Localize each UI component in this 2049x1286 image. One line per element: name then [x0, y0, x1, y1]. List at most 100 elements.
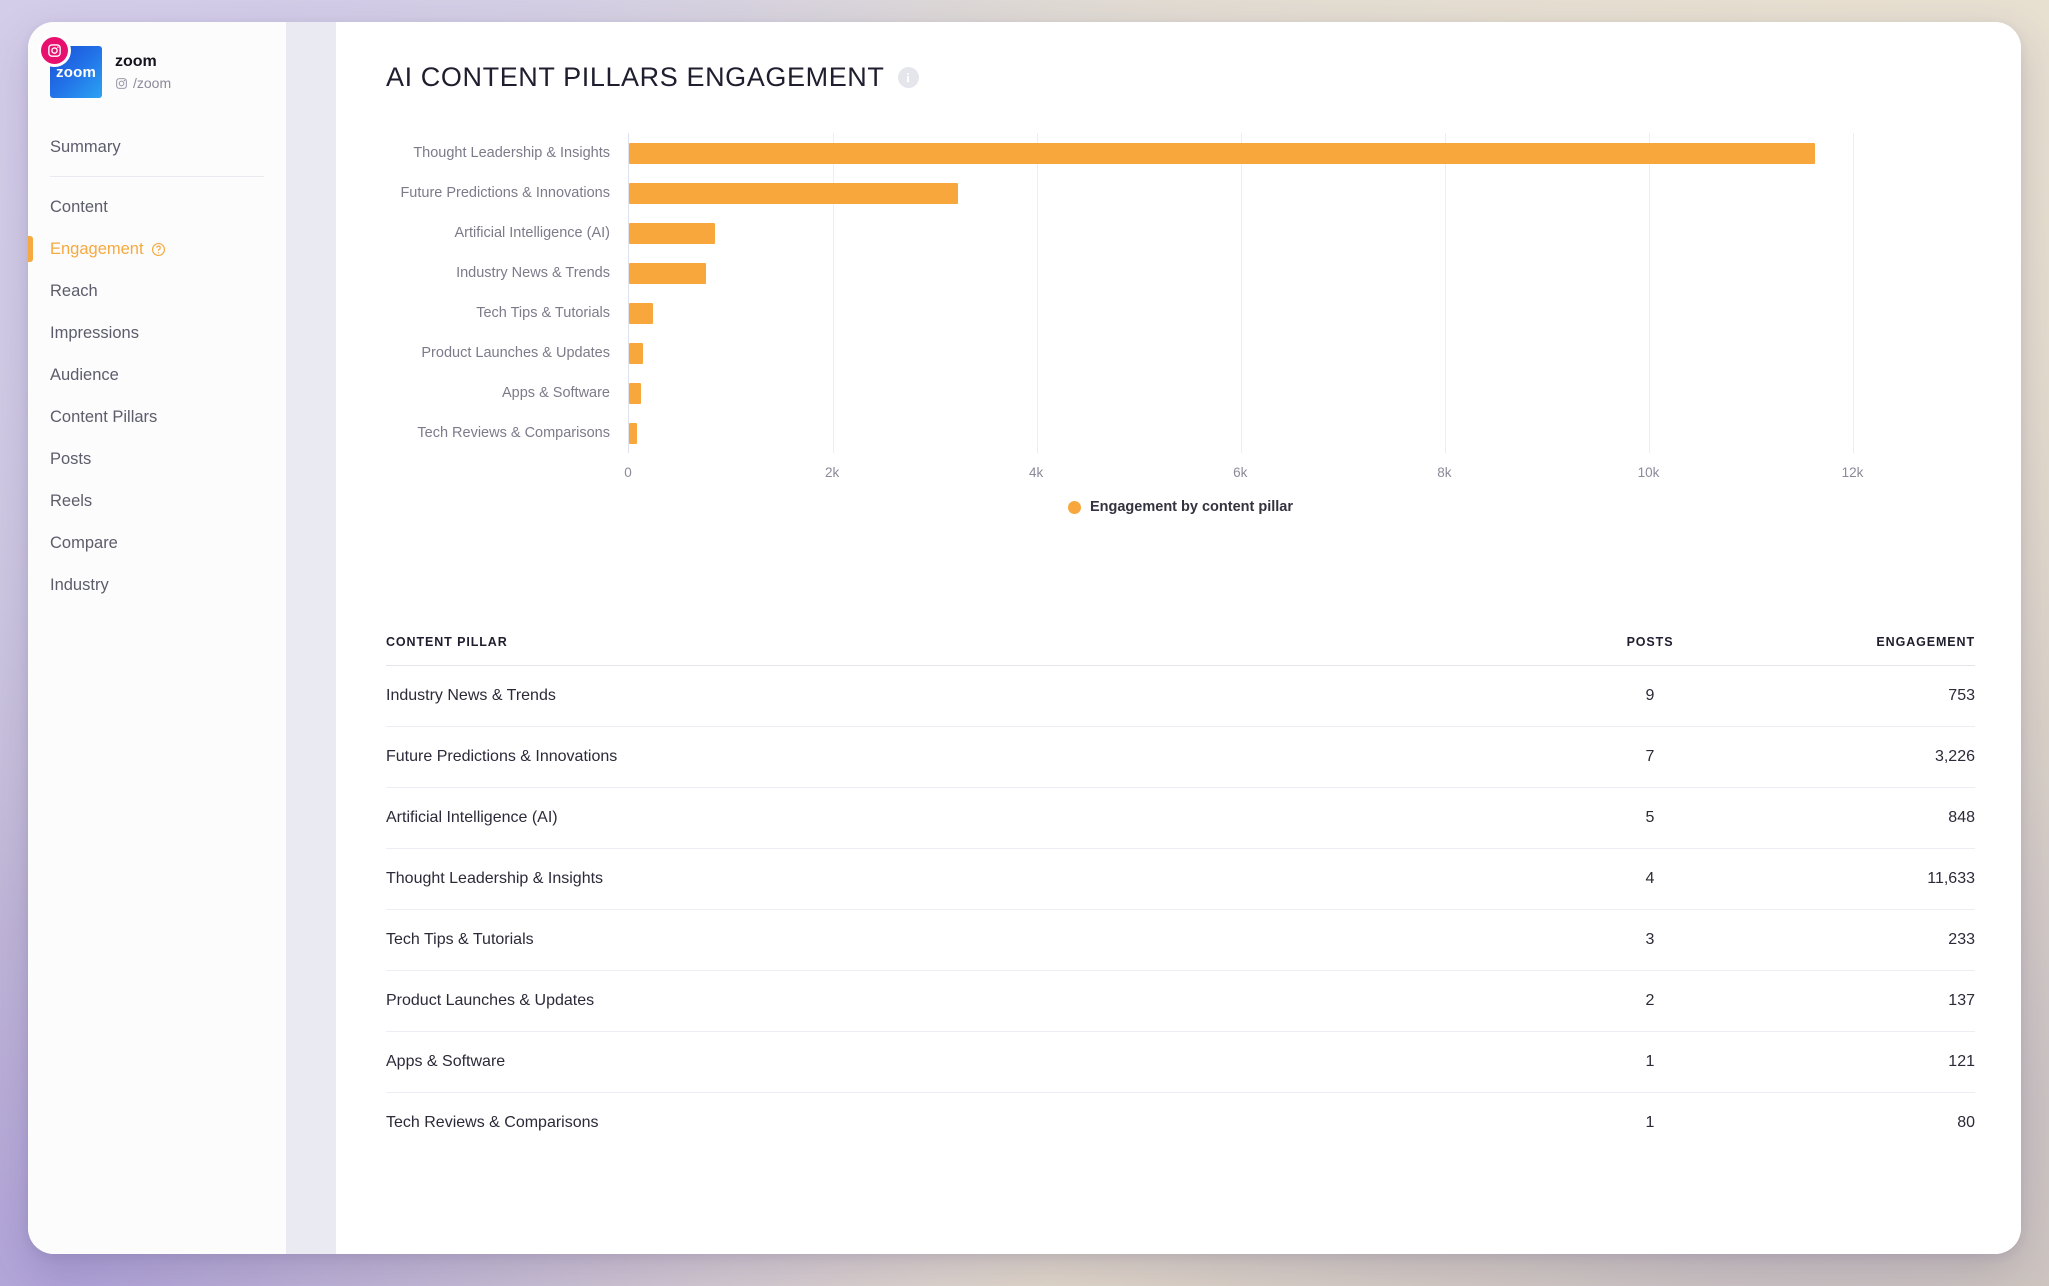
cell-content-pillar: Industry News & Trends [386, 665, 1555, 727]
cell-posts: 9 [1555, 665, 1745, 727]
avatar-label: zoom [56, 63, 96, 81]
chart-bar[interactable] [629, 182, 958, 204]
sidebar-item-label: Content [50, 197, 108, 216]
column-header-content-pillar[interactable]: CONTENT PILLAR [386, 635, 1555, 666]
sidebar-item-posts[interactable]: Posts [28, 438, 286, 480]
table-row[interactable]: Artificial Intelligence (AI) 5 848 [386, 787, 1975, 849]
cell-posts: 5 [1555, 787, 1745, 849]
table-row[interactable]: Tech Reviews & Comparisons 1 80 [386, 1092, 1975, 1153]
sidebar-item-label: Summary [50, 137, 121, 156]
cell-content-pillar: Thought Leadership & Insights [386, 848, 1555, 910]
table-row[interactable]: Product Launches & Updates 2 137 [386, 970, 1975, 1032]
chart-bar[interactable] [629, 302, 653, 324]
chart-legend: Engagement by content pillar [386, 499, 1975, 515]
sidebar-item-impressions[interactable]: Impressions [28, 312, 286, 354]
cell-posts: 2 [1555, 970, 1745, 1032]
table-row[interactable]: Apps & Software 1 121 [386, 1031, 1975, 1093]
chart-bar-row [629, 133, 1975, 173]
chart-bar[interactable] [629, 342, 643, 364]
cell-content-pillar: Artificial Intelligence (AI) [386, 787, 1555, 849]
profile-header[interactable]: zoom zoom /zoom [28, 37, 286, 98]
cell-posts: 3 [1555, 909, 1745, 971]
sidebar-item-engagement[interactable]: Engagement [28, 228, 286, 270]
sidebar-item-content-pillars[interactable]: Content Pillars [28, 396, 286, 438]
chart-bar-row [629, 333, 1975, 373]
profile-handle: /zoom [115, 75, 171, 91]
avatar: zoom [41, 37, 102, 98]
chart-bars [629, 133, 1975, 453]
sidebar-item-audience[interactable]: Audience [28, 354, 286, 396]
cell-posts: 1 [1555, 1031, 1745, 1093]
page-title: AI CONTENT PILLARS ENGAGEMENT [386, 62, 885, 92]
chart-x-tick-label: 0 [624, 465, 632, 480]
chart-bar-row [629, 173, 1975, 213]
chart-bar[interactable] [629, 382, 642, 404]
instagram-icon [41, 37, 68, 64]
table-row[interactable]: Industry News & Trends 9 753 [386, 665, 1975, 727]
chart-category-label: Artificial Intelligence (AI) [454, 225, 610, 241]
sidebar-item-summary[interactable]: Summary [28, 126, 286, 168]
chart-category-label: Thought Leadership & Insights [413, 145, 610, 161]
sidebar-item-label: Impressions [50, 323, 139, 342]
content-pillar-table: CONTENT PILLAR POSTS ENGAGEMENT Industry… [386, 635, 1975, 1153]
cell-posts: 1 [1555, 1092, 1745, 1153]
chart-x-tick-label: 12k [1841, 465, 1864, 480]
table-row[interactable]: Tech Tips & Tutorials 3 233 [386, 909, 1975, 971]
info-icon-glyph: i [906, 69, 910, 85]
chart-x-tick-label: 10k [1637, 465, 1660, 480]
sidebar-item-industry[interactable]: Industry [28, 564, 286, 606]
app-window: zoom zoom /zoom Summary Content Engageme… [28, 22, 2021, 1254]
cell-engagement: 80 [1745, 1092, 1975, 1153]
cell-posts: 7 [1555, 726, 1745, 788]
chart-category-label: Tech Reviews & Comparisons [417, 425, 610, 441]
chart-area: Thought Leadership & Insights Future Pred… [386, 133, 1975, 453]
sidebar-item-label: Industry [50, 575, 109, 594]
chart-category-label: Future Predictions & Innovations [400, 185, 610, 201]
cell-posts: 4 [1555, 848, 1745, 910]
cell-engagement: 11,633 [1745, 848, 1975, 910]
chart-bar-row [629, 253, 1975, 293]
cell-content-pillar: Tech Tips & Tutorials [386, 909, 1555, 971]
cell-content-pillar: Future Predictions & Innovations [386, 726, 1555, 788]
column-header-posts[interactable]: POSTS [1555, 635, 1745, 666]
sidebar-item-label: Content Pillars [50, 407, 158, 426]
chart-bar[interactable] [629, 422, 638, 444]
chart-category-label: Product Launches & Updates [421, 345, 610, 361]
help-circle-icon[interactable] [151, 242, 166, 257]
sidebar-item-reels[interactable]: Reels [28, 480, 286, 522]
sidebar-item-label: Posts [50, 449, 92, 468]
chart-bar-row [629, 293, 1975, 333]
table-header: CONTENT PILLAR POSTS ENGAGEMENT [386, 635, 1975, 666]
cell-engagement: 137 [1745, 970, 1975, 1032]
cell-engagement: 121 [1745, 1031, 1975, 1093]
table-row[interactable]: Thought Leadership & Insights 4 11,633 [386, 848, 1975, 910]
data-table: CONTENT PILLAR POSTS ENGAGEMENT Industry… [386, 635, 1975, 1153]
chart-bar-row [629, 213, 1975, 253]
chart-bar[interactable] [629, 262, 706, 284]
sidebar-item-content[interactable]: Content [28, 186, 286, 228]
page-title-row: AI CONTENT PILLARS ENGAGEMENT i [386, 62, 1975, 93]
sidebar-nav: Summary Content Engagement Reach Impress… [28, 126, 286, 606]
engagement-bar-chart: Thought Leadership & Insights Future Pred… [386, 133, 1975, 515]
sidebar-item-label: Reels [50, 491, 93, 510]
legend-color-swatch [1067, 500, 1081, 514]
cell-engagement: 3,226 [1745, 726, 1975, 788]
chart-x-tick-label: 4k [1029, 465, 1044, 480]
column-header-engagement[interactable]: ENGAGEMENT [1745, 635, 1975, 666]
sidebar-item-reach[interactable]: Reach [28, 270, 286, 312]
chart-x-axis: 0 2k 4k 6k 8k 10k 12k [624, 453, 1975, 487]
info-icon[interactable]: i [897, 67, 919, 88]
chart-category-label: Apps & Software [502, 385, 610, 401]
sidebar-gutter [286, 22, 336, 1254]
cell-engagement: 753 [1745, 665, 1975, 727]
legend-label: Engagement by content pillar [1089, 499, 1294, 515]
chart-bar[interactable] [629, 222, 716, 244]
sidebar-item-compare[interactable]: Compare [28, 522, 286, 564]
chart-bar[interactable] [629, 142, 1816, 164]
profile-name: zoom [115, 53, 157, 70]
chart-x-tick-label: 6k [1233, 465, 1248, 480]
sidebar-item-label: Reach [50, 281, 98, 300]
cell-engagement: 848 [1745, 787, 1975, 849]
table-row[interactable]: Future Predictions & Innovations 7 3,226 [386, 726, 1975, 788]
cell-content-pillar: Tech Reviews & Comparisons [386, 1092, 1555, 1153]
